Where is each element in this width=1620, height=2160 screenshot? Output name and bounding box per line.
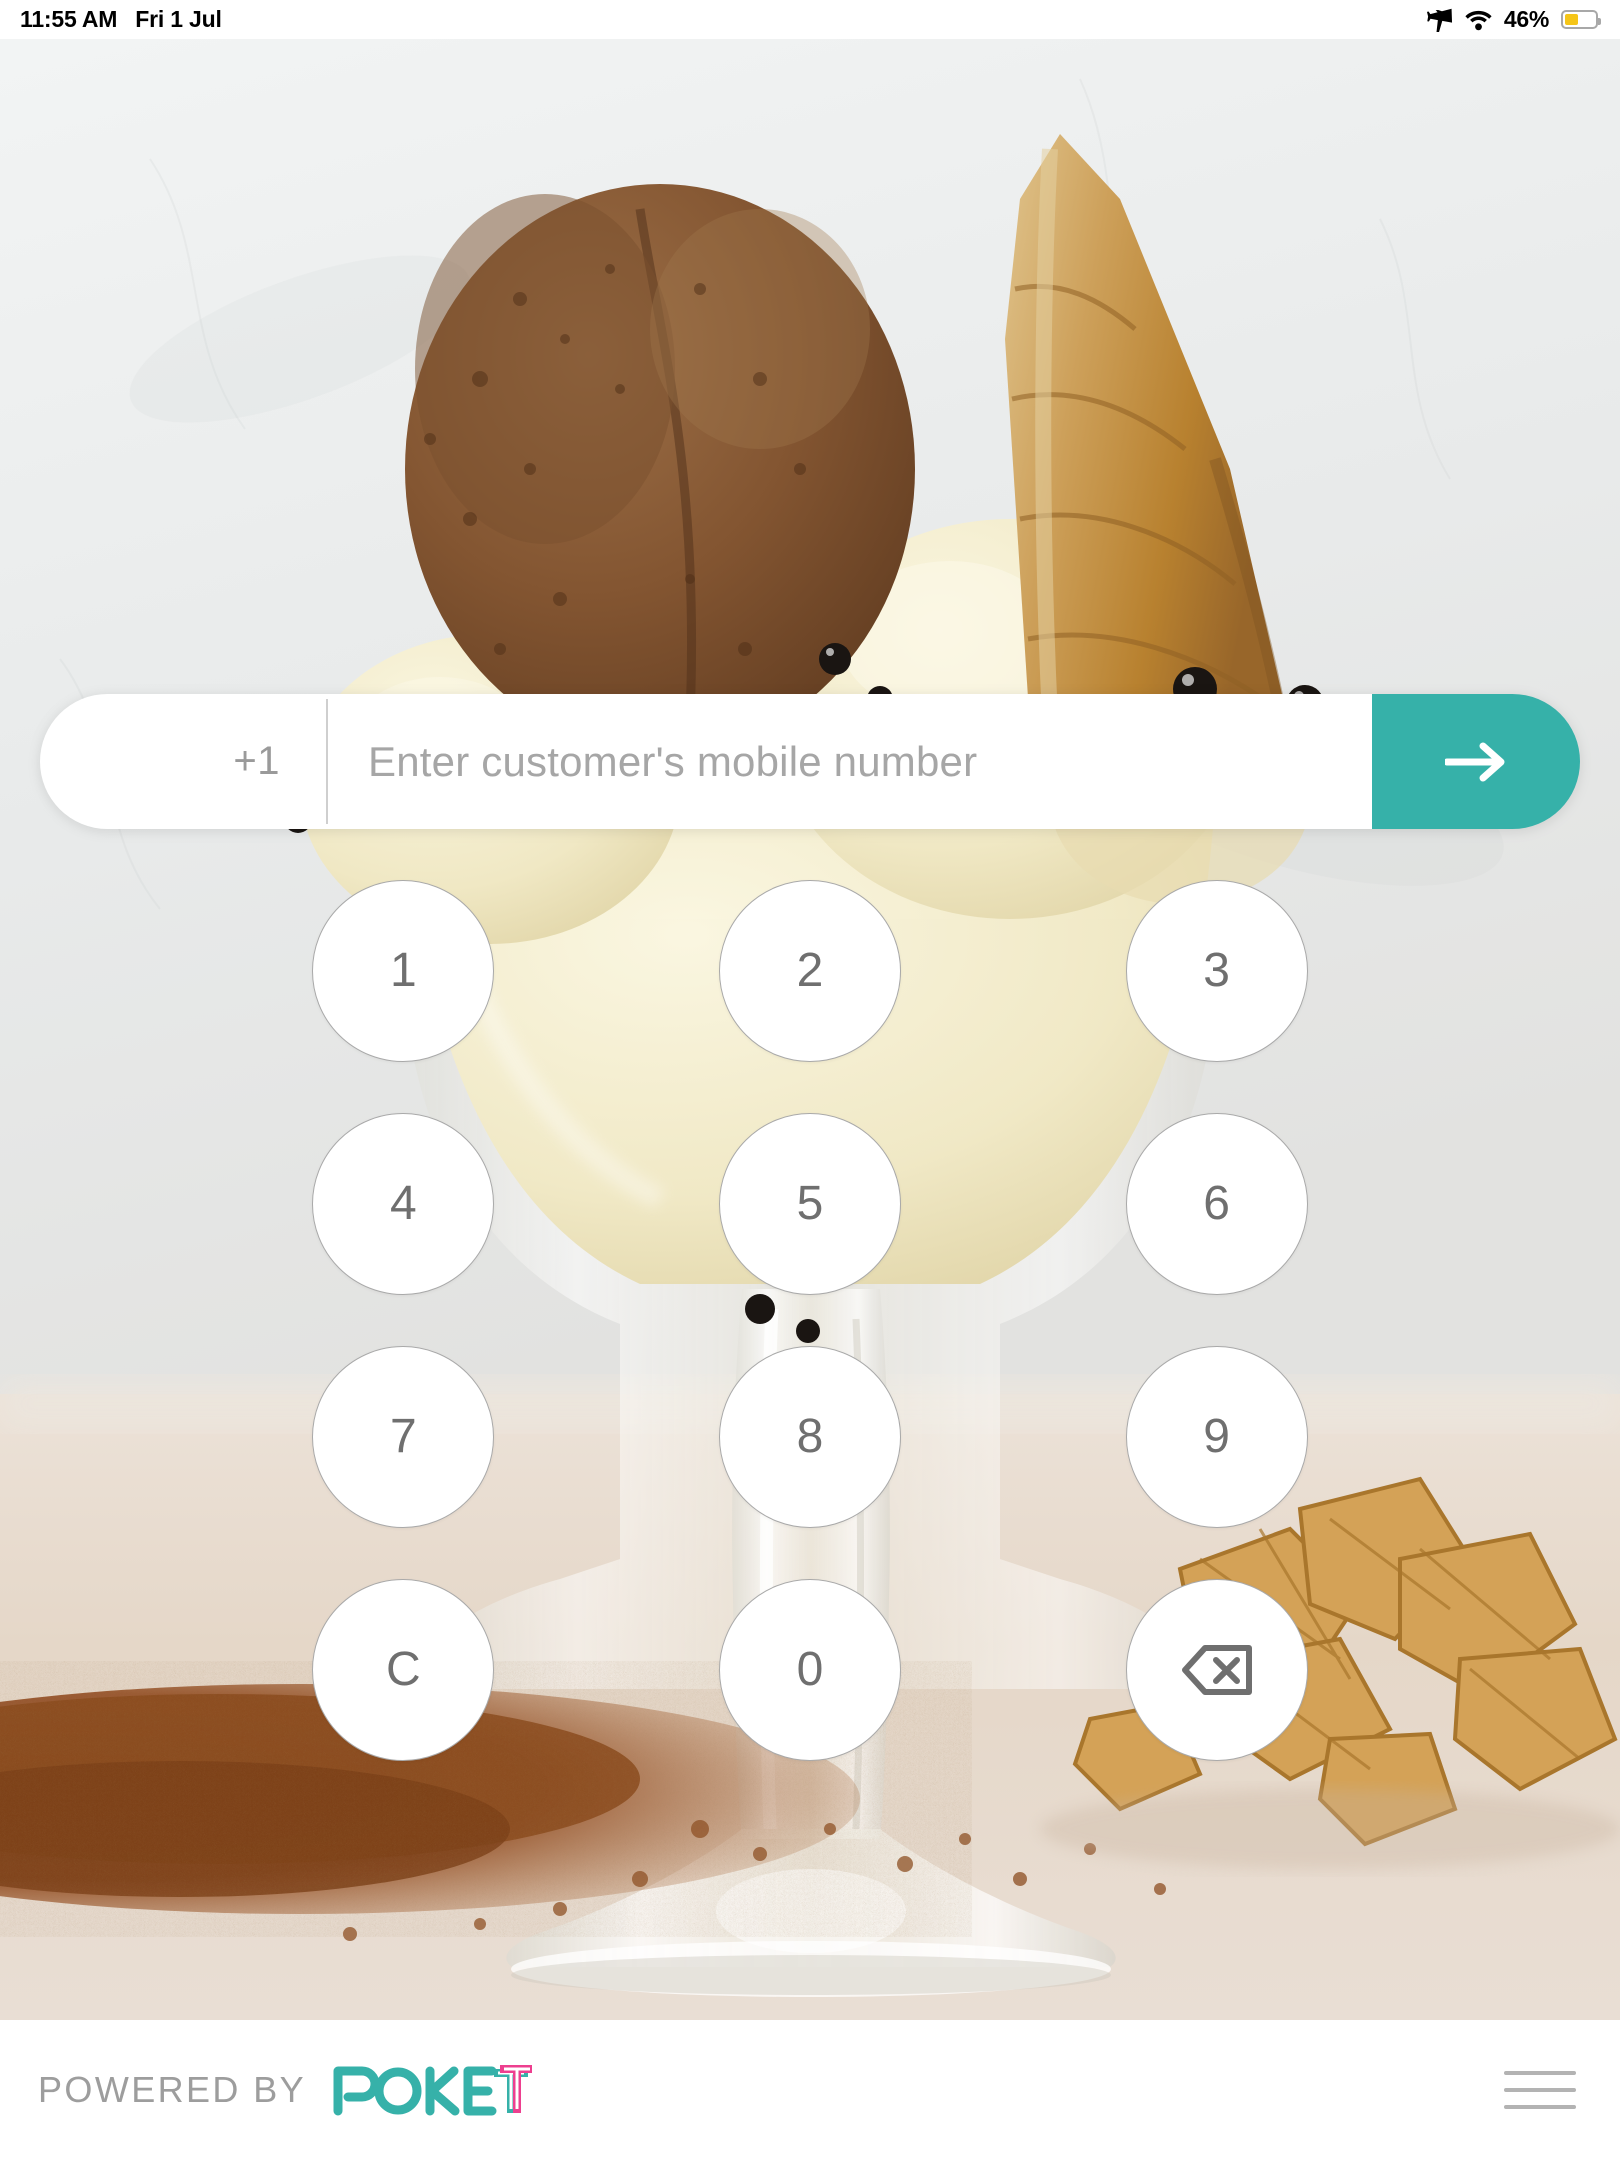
key-1[interactable]: 1 [312,880,495,1062]
status-bar-right: 46% [1426,6,1601,33]
key-label: 7 [389,1410,417,1463]
key-label: 8 [796,1410,824,1463]
key-backspace[interactable] [1125,1579,1308,1761]
poket-logo [332,2063,533,2117]
airplane-icon [1426,8,1453,32]
battery-icon [1561,10,1601,29]
key-4[interactable]: 4 [312,1113,495,1295]
poket-checkin-screen: 11:55 AM Fri 1 Jul 46% +1 Enter customer… [0,0,1620,2160]
submit-button[interactable] [1372,694,1580,829]
status-date: Fri 1 Jul [135,6,222,32]
footer-bar: POWERED BY [0,2020,1620,2160]
battery-fill [1565,14,1579,25]
powered-by-label: POWERED BY [38,2069,307,2110]
key-6[interactable]: 6 [1125,1113,1308,1295]
country-code-label: +1 [233,739,280,783]
key-clear[interactable]: C [312,1579,495,1761]
key-label: 9 [1203,1410,1230,1463]
key-label: 1 [389,944,417,997]
brand-lockup: POWERED BY [38,2063,533,2117]
key-label: 5 [796,1177,824,1230]
key-3[interactable]: 3 [1125,880,1308,1062]
status-bar-left: 11:55 AM Fri 1 Jul [20,6,222,33]
phone-number-field-wrapper [328,694,1372,829]
key-0[interactable]: 0 [718,1579,901,1761]
key-label: 6 [1203,1177,1230,1230]
key-label: 0 [796,1643,824,1696]
key-8[interactable]: 8 [718,1346,901,1528]
numeric-keypad: 1 2 3 4 5 6 7 8 9 C 0 [200,880,1420,1761]
phone-entry-row: +1 [40,694,1580,829]
backspace-icon [1180,1643,1254,1697]
key-label: 4 [389,1177,417,1230]
battery-percent: 46% [1503,6,1549,32]
menu-line [1504,2105,1576,2109]
key-9[interactable]: 9 [1125,1346,1308,1528]
key-2[interactable]: 2 [718,880,901,1062]
key-label: C [385,1643,421,1696]
menu-line [1504,2071,1576,2075]
phone-number-input[interactable] [368,737,1372,786]
status-time: 11:55 AM [20,6,118,32]
key-label: 2 [796,944,824,997]
arrow-right-icon [1445,741,1507,783]
hamburger-menu-icon[interactable] [1504,2053,1576,2127]
menu-line [1504,2088,1576,2092]
status-bar: 11:55 AM Fri 1 Jul 46% [0,0,1620,39]
key-5[interactable]: 5 [718,1113,901,1295]
wifi-icon [1464,9,1493,31]
country-code-selector[interactable]: +1 [40,694,328,829]
key-7[interactable]: 7 [312,1346,495,1528]
key-label: 3 [1203,944,1230,997]
